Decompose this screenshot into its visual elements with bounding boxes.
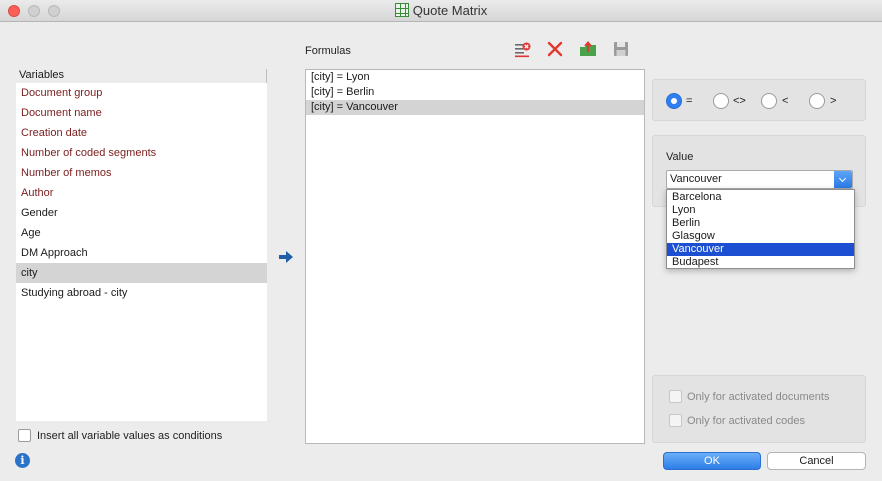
variables-header: Variables [16,69,267,83]
export-icon[interactable] [579,40,597,58]
variable-item-number-of-memos[interactable]: Number of memos [16,163,267,183]
info-icon[interactable]: i [15,453,30,468]
formula-item[interactable]: [city] = Berlin [306,85,644,100]
variable-item-studying-abroad-city[interactable]: Studying abroad - city [16,283,267,303]
window-title-wrap: Quote Matrix [0,3,882,18]
variable-item-creation-date[interactable]: Creation date [16,123,267,143]
variable-item-gender[interactable]: Gender [16,203,267,223]
variable-item-document-group[interactable]: Document group [16,83,267,103]
formula-item-selected[interactable]: [city] = Vancouver [306,100,644,115]
insert-all-values-label: Insert all variable values as conditions [37,430,223,442]
dropdown-option[interactable]: Barcelona [667,191,854,204]
window-titlebar: Quote Matrix [0,0,882,22]
delete-icon[interactable] [546,40,564,58]
operator-not-equal-radio[interactable] [713,93,729,109]
window-title: Quote Matrix [412,3,488,18]
activated-codes-label: Only for activated codes [687,415,806,427]
chevron-down-icon[interactable] [834,171,852,188]
insert-all-values-checkbox[interactable] [18,429,31,442]
matrix-icon [394,3,409,17]
activation-options-panel [652,375,866,443]
variables-list[interactable]: Document group Document name Creation da… [16,83,267,421]
operator-panel: = <> < > [652,79,866,121]
activated-documents-checkbox[interactable] [669,390,682,403]
value-label: Value [666,151,694,163]
operator-greater-than-label: > [830,95,837,107]
activated-documents-label: Only for activated documents [687,391,830,403]
formula-item[interactable]: [city] = Lyon [306,70,644,85]
value-dropdown-list[interactable]: Barcelona Lyon Berlin Glasgow Vancouver … [666,189,855,269]
variable-item-dm-approach[interactable]: DM Approach [16,243,267,263]
dropdown-option[interactable]: Berlin [667,217,854,230]
dropdown-option-selected[interactable]: Vancouver [667,243,854,256]
operator-greater-than-radio[interactable] [809,93,825,109]
dropdown-option[interactable]: Glasgow [667,230,854,243]
operator-not-equal-label: <> [733,95,746,107]
cancel-button[interactable]: Cancel [767,452,866,470]
variable-item-author[interactable]: Author [16,183,267,203]
variable-item-age[interactable]: Age [16,223,267,243]
add-formula-arrow-icon[interactable] [279,251,293,263]
activated-codes-checkbox[interactable] [669,414,682,427]
save-icon[interactable] [612,40,630,58]
variable-item-number-of-coded-segments[interactable]: Number of coded segments [16,143,267,163]
ok-button[interactable]: OK [663,452,761,470]
value-select[interactable]: Vancouver [666,170,853,189]
variables-header-label: Variables [19,69,65,81]
variable-item-document-name[interactable]: Document name [16,103,267,123]
value-select-current: Vancouver [670,173,722,185]
formulas-list[interactable]: [city] = Lyon [city] = Berlin [city] = V… [305,69,645,444]
variable-item-city[interactable]: city [16,263,267,283]
formulas-label: Formulas [305,45,351,57]
dropdown-option[interactable]: Budapest [667,256,854,269]
operator-less-than-label: < [782,95,789,107]
operator-equals-label: = [686,95,693,107]
clear-list-icon[interactable] [514,40,532,58]
operator-less-than-radio[interactable] [761,93,777,109]
operator-equals-radio[interactable] [666,93,682,109]
dropdown-option[interactable]: Lyon [667,204,854,217]
